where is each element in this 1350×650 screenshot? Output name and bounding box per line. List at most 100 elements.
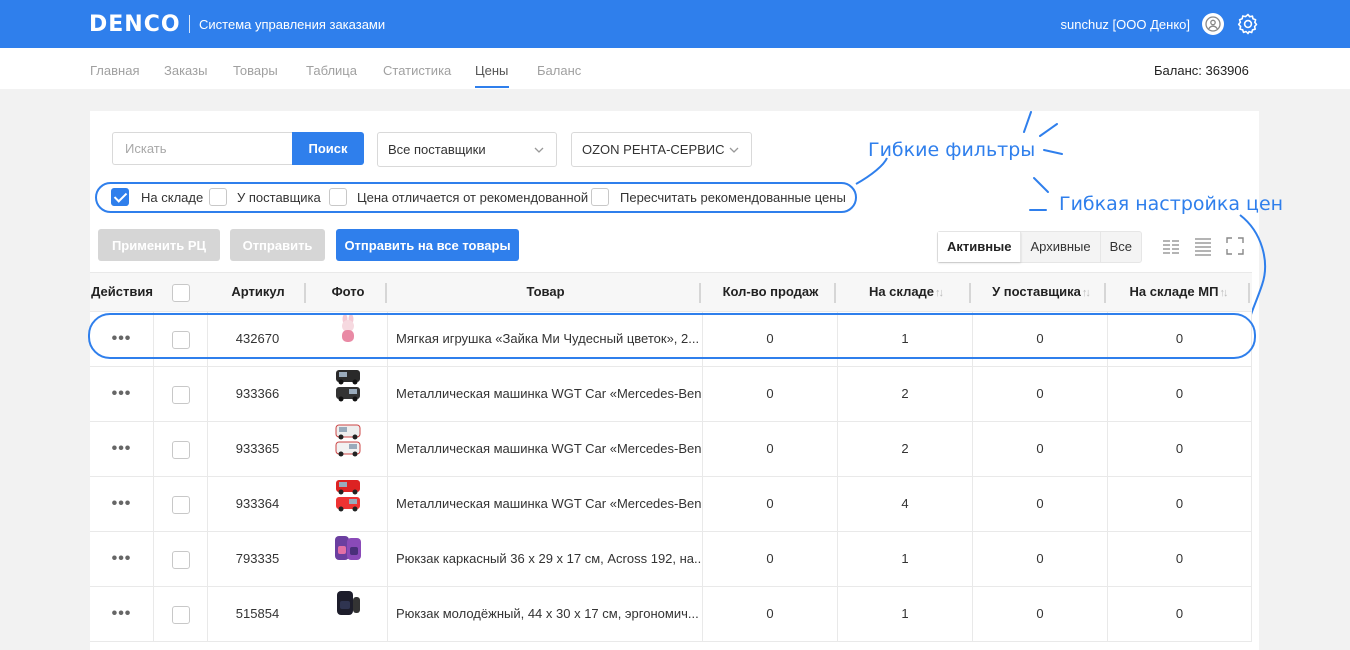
table-row[interactable]: ••• 793335 Рюкзак каркасный 36 х 29 х 17…: [90, 532, 1252, 587]
table-row[interactable]: ••• 933366 Металлическая машинка WGT Car…: [90, 367, 1252, 422]
segment-all[interactable]: Все: [1101, 232, 1141, 262]
row-photo[interactable]: [308, 477, 388, 531]
more-icon[interactable]: •••: [112, 440, 132, 457]
more-icon[interactable]: •••: [112, 605, 132, 622]
apply-rc-button[interactable]: Применить РЦ: [98, 229, 220, 261]
row-photo[interactable]: [308, 587, 388, 641]
row-mp-stock: 0: [1108, 367, 1252, 421]
row-select[interactable]: [154, 422, 208, 476]
row-actions-menu[interactable]: •••: [90, 587, 154, 641]
column-resizer[interactable]: [969, 283, 971, 303]
table-row[interactable]: ••• 933364 Металлическая машинка WGT Car…: [90, 477, 1252, 532]
row-sales: 0: [703, 587, 838, 641]
search-input[interactable]: [112, 132, 292, 165]
col-select-all[interactable]: [154, 273, 208, 311]
filter-label: Цена отличается от рекомендованной: [357, 189, 589, 205]
row-mp-stock: 0: [1108, 477, 1252, 531]
send-all-button[interactable]: Отправить на все товары: [336, 229, 519, 261]
more-icon[interactable]: •••: [112, 550, 132, 567]
store-select[interactable]: OZON РЕНТА-СЕРВИС: [571, 132, 752, 167]
row-product-name[interactable]: Рюкзак молодёжный, 44 х 30 х 17 см, эрго…: [388, 587, 703, 641]
columns-view-icon[interactable]: [1161, 236, 1181, 256]
sort-icon[interactable]: ↑↓: [935, 287, 944, 299]
checkbox[interactable]: [209, 188, 227, 206]
user-name[interactable]: sunchuz [ООО Денко]: [1061, 17, 1190, 32]
filter-label: У поставщика: [237, 189, 321, 205]
nav-item-statistics[interactable]: Статистика: [383, 63, 451, 78]
column-resizer[interactable]: [1104, 283, 1106, 303]
send-button[interactable]: Отправить: [230, 229, 325, 261]
product-photo[interactable]: [333, 477, 363, 536]
select-all-checkbox[interactable]: [172, 283, 190, 302]
row-product-name[interactable]: Рюкзак каркасный 36 х 29 х 17 см, Across…: [388, 532, 703, 586]
row-checkbox[interactable]: [171, 440, 190, 459]
segment-active[interactable]: Активные: [938, 232, 1022, 262]
row-stock: 1: [838, 587, 973, 641]
table-header: Действия Артикул Фото Товар Кол-во прода…: [90, 272, 1252, 312]
col-mp-stock-label: На складе МП: [1129, 284, 1219, 299]
column-resizer[interactable]: [304, 283, 306, 303]
row-select[interactable]: [154, 477, 208, 531]
row-actions-menu[interactable]: •••: [90, 477, 154, 531]
row-actions-menu[interactable]: •••: [90, 367, 154, 421]
row-select[interactable]: [154, 587, 208, 641]
nav-item-home[interactable]: Главная: [90, 63, 139, 78]
nav-item-prices[interactable]: Цены: [475, 63, 508, 78]
col-supplier[interactable]: У поставщика↑↓: [973, 273, 1108, 311]
row-product-name[interactable]: Металлическая машинка WGT Car «Mercedes-…: [388, 367, 703, 421]
col-product[interactable]: Товар: [388, 273, 703, 311]
logo[interactable]: DENCO: [89, 12, 181, 37]
table-row[interactable]: ••• 933365 Металлическая машинка WGT Car…: [90, 422, 1252, 477]
segment-archived[interactable]: Архивные: [1021, 232, 1101, 262]
list-view-icon[interactable]: [1193, 236, 1213, 256]
product-photo[interactable]: [333, 367, 363, 426]
col-article[interactable]: Артикул: [208, 273, 308, 311]
row-photo[interactable]: [308, 367, 388, 421]
filter-in-stock[interactable]: На складе: [111, 188, 203, 206]
nav-item-balance[interactable]: Баланс: [537, 63, 581, 78]
row-checkbox[interactable]: [171, 495, 190, 514]
filter-at-supplier[interactable]: У поставщика: [209, 188, 321, 206]
col-mp-stock[interactable]: На складе МП↑↓: [1108, 273, 1248, 311]
row-product-name[interactable]: Металлическая машинка WGT Car «Mercedes-…: [388, 422, 703, 476]
checkbox-checked[interactable]: [111, 188, 129, 206]
row-actions-menu[interactable]: •••: [90, 422, 154, 476]
row-photo[interactable]: [308, 532, 388, 586]
checkbox[interactable]: [329, 188, 347, 206]
row-select[interactable]: [154, 532, 208, 586]
product-photo[interactable]: [333, 587, 363, 642]
col-stock[interactable]: На складе↑↓: [838, 273, 973, 311]
gear-icon[interactable]: [1236, 12, 1260, 36]
user-avatar-icon[interactable]: [1202, 13, 1224, 35]
row-photo[interactable]: [308, 422, 388, 476]
table-row[interactable]: ••• 515854 Рюкзак молодёжный, 44 х 30 х …: [90, 587, 1252, 642]
nav-item-orders[interactable]: Заказы: [164, 63, 207, 78]
nav-item-table[interactable]: Таблица: [306, 63, 357, 78]
row-product-name[interactable]: Металлическая машинка WGT Car «Mercedes-…: [388, 477, 703, 531]
more-icon[interactable]: •••: [112, 385, 132, 402]
filter-recalculate-prices[interactable]: Пересчитать рекомендованные цены: [591, 188, 846, 206]
nav-item-products[interactable]: Товары: [233, 63, 278, 78]
column-resizer[interactable]: [699, 283, 701, 303]
checkbox[interactable]: [591, 188, 609, 206]
column-resizer[interactable]: [1248, 283, 1250, 303]
row-stock: 2: [838, 422, 973, 476]
product-photo[interactable]: [333, 532, 363, 587]
row-stock: 2: [838, 367, 973, 421]
product-photo[interactable]: [333, 422, 363, 481]
column-resizer[interactable]: [385, 283, 387, 303]
row-select[interactable]: [154, 367, 208, 421]
sort-icon[interactable]: ↑↓: [1082, 287, 1091, 299]
more-icon[interactable]: •••: [112, 495, 132, 512]
row-checkbox[interactable]: [171, 550, 190, 569]
column-resizer[interactable]: [834, 283, 836, 303]
search-button[interactable]: Поиск: [292, 132, 364, 165]
row-checkbox[interactable]: [171, 385, 190, 404]
supplier-select[interactable]: Все поставщики: [377, 132, 557, 167]
col-sales[interactable]: Кол-во продаж: [703, 273, 838, 311]
row-actions-menu[interactable]: •••: [90, 532, 154, 586]
sort-icon[interactable]: ↑↓: [1219, 287, 1228, 299]
filter-price-differs[interactable]: Цена отличается от рекомендованной: [329, 188, 588, 206]
fullscreen-icon[interactable]: [1225, 236, 1245, 256]
row-checkbox[interactable]: [171, 605, 190, 624]
